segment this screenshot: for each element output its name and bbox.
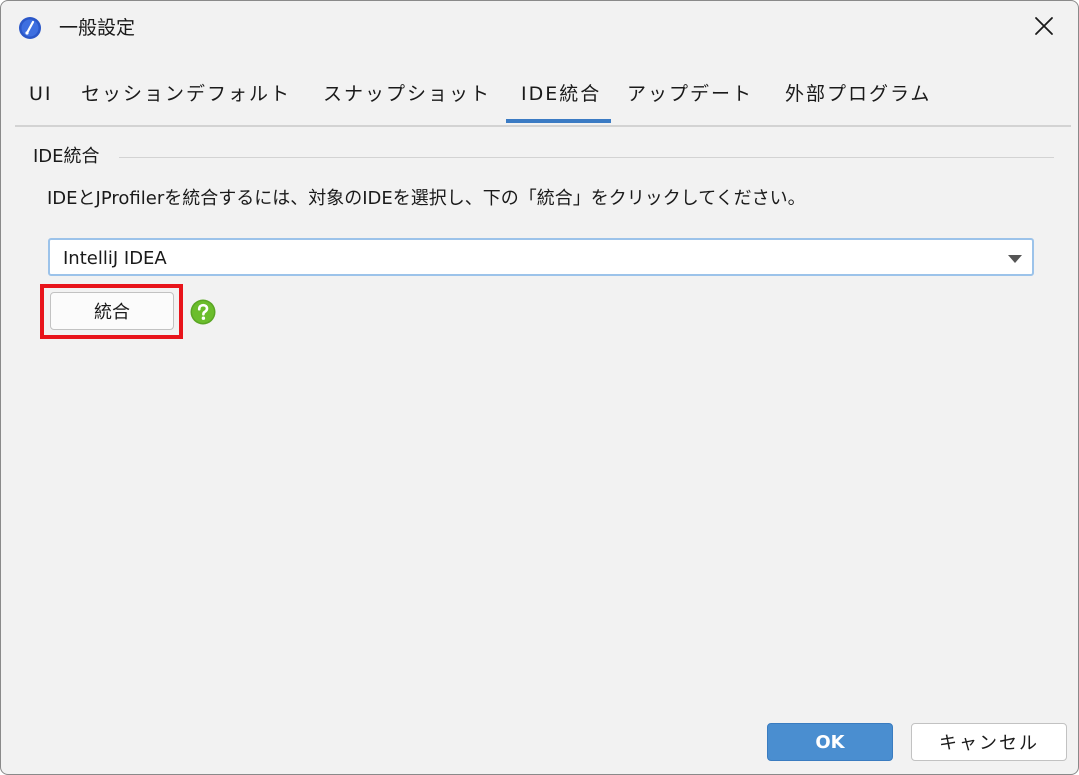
tab-snapshots[interactable]: スナップショット	[323, 81, 491, 107]
jprofiler-gauge-icon	[18, 16, 42, 40]
ok-button[interactable]: OK	[767, 723, 893, 761]
tab-external-programs[interactable]: 外部プログラム	[785, 81, 931, 107]
help-icon[interactable]	[190, 299, 216, 325]
tab-updates[interactable]: アップデート	[627, 81, 753, 107]
section-title: IDE統合	[33, 146, 100, 167]
close-icon	[1034, 16, 1054, 40]
active-tab-indicator	[506, 119, 611, 123]
tab-ide-integration[interactable]: IDE統合	[521, 81, 601, 107]
integrate-button[interactable]: 統合	[50, 292, 174, 330]
tab-ui[interactable]: UI	[29, 81, 53, 107]
cancel-button[interactable]: キャンセル	[911, 723, 1067, 761]
section-divider	[119, 157, 1054, 158]
instruction-text: IDEとJProfilerを統合するには、対象のIDEを選択し、下の「統合」をク…	[47, 188, 806, 209]
chevron-down-icon	[1008, 255, 1022, 263]
tab-session-defaults[interactable]: セッションデフォルト	[81, 81, 291, 107]
ide-select-value: IntelliJ IDEA	[63, 248, 167, 269]
ide-select-dropdown[interactable]: IntelliJ IDEA	[48, 238, 1034, 276]
close-button[interactable]	[1025, 9, 1063, 47]
title-bar: 一般設定	[1, 1, 1078, 57]
settings-tabs: UI セッションデフォルト スナップショット IDE統合 アップデート 外部プロ…	[15, 73, 1071, 127]
window-title: 一般設定	[59, 17, 136, 39]
general-settings-dialog: 一般設定 UI セッションデフォルト スナップショット IDE統合 アップデート…	[0, 0, 1079, 775]
